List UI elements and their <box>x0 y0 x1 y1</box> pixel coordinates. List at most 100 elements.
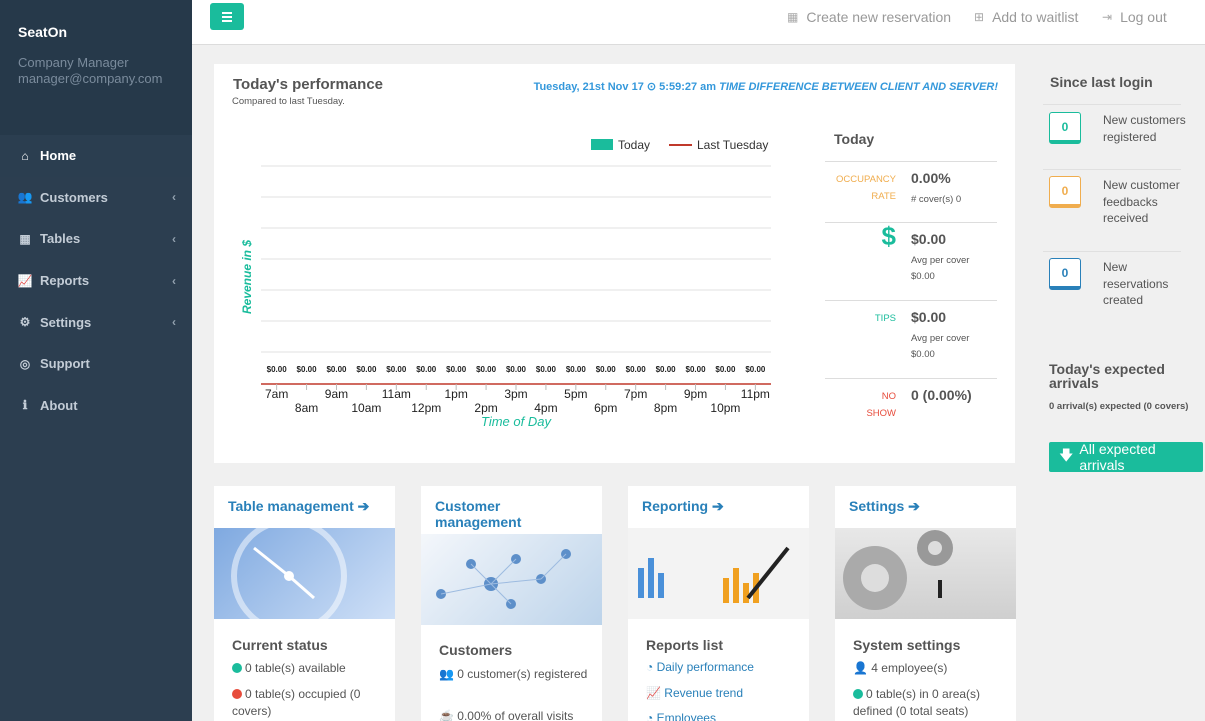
daily-performance-link[interactable]: ◔ Daily performance <box>646 660 754 674</box>
data-label: $0.00 <box>506 365 527 374</box>
tables-defined: 0 table(s) in 0 area(s) defined (0 total… <box>853 686 1003 720</box>
red-dot-icon <box>232 689 242 699</box>
tables-available: 0 table(s) available <box>232 660 382 677</box>
hamburger-icon-bar <box>222 19 232 22</box>
revenue-trend-link[interactable]: 📈 Revenue trend <box>646 686 743 700</box>
arrow-circle-right-icon: ➔ <box>712 498 724 514</box>
x-tick-label: 11pm <box>741 387 770 401</box>
today-summary: Today OCCUPANCY RATE 0.00% # cover(s) 0 $… <box>825 125 997 429</box>
sidebar-item-label: Tables <box>40 231 81 247</box>
x-tick-label: 6pm <box>594 401 617 415</box>
users-icon: 👥 <box>17 190 33 205</box>
chevron-left-icon: ‹ <box>172 315 176 330</box>
revenue-row: $ $0.00 Avg per cover $0.00 <box>825 223 997 301</box>
x-tick-label: 9am <box>325 387 348 401</box>
create-reservation-label: Create new reservation <box>806 9 952 25</box>
x-tick-label: 4pm <box>534 401 557 415</box>
visits-share-text: 0.00% of overall visits <box>457 709 574 721</box>
data-label: $0.00 <box>715 365 736 374</box>
x-tick-label: 10pm <box>710 401 740 415</box>
noshow-value: 0 (0.00%) <box>911 387 972 403</box>
all-expected-arrivals-label: All expected arrivals <box>1079 441 1156 473</box>
sidebar: SeatOn Company Manager manager@company.c… <box>0 0 192 721</box>
chevron-left-icon: ‹ <box>172 273 176 288</box>
sidebar-item-label: Customers <box>40 189 108 205</box>
dashboard-icon: ◔ <box>646 660 654 674</box>
chevron-left-icon: ‹ <box>172 190 176 205</box>
x-tick-label: 1pm <box>444 387 467 401</box>
arrow-circle-right-icon: ➔ <box>357 498 370 514</box>
noshow-row: NO SHOW 0 (0.00%) <box>825 379 997 429</box>
daily-performance-text: Daily performance <box>656 660 754 674</box>
divider <box>1043 251 1181 252</box>
new-customers-label: New customers registered <box>1103 113 1186 144</box>
occupancy-label: OCCUPANCY RATE <box>836 174 896 202</box>
settings-link[interactable]: Settings ➔ <box>835 486 1016 515</box>
logout-link[interactable]: ⇥ Log out <box>1102 9 1167 25</box>
data-label: $0.00 <box>356 365 377 374</box>
sidebar-item-label: About <box>40 397 78 413</box>
settings-title: Settings <box>849 498 905 514</box>
sidebar-item-reports[interactable]: 📈 Reports ‹ <box>0 260 192 302</box>
table-management-card: Table management ➔ Current status 0 tabl… <box>214 486 395 721</box>
x-axis-label: Time of Day <box>481 414 552 429</box>
data-label: $0.00 <box>536 365 557 374</box>
menu-toggle-button[interactable] <box>210 3 244 30</box>
sidebar-item-home[interactable]: ⌂ Home <box>0 135 192 177</box>
sidebar-item-customers[interactable]: 👥 Customers ‹ <box>0 177 192 219</box>
sidebar-item-about[interactable]: ℹ About <box>0 385 192 427</box>
dashboard-icon: ◔ <box>646 711 654 721</box>
tables-defined-text: 0 table(s) in 0 area(s) defined (0 total… <box>853 687 981 718</box>
revenue-trend-text: Revenue trend <box>664 686 744 700</box>
tips-value: $0.00 <box>911 309 947 325</box>
new-reservations-count[interactable]: 0 <box>1049 258 1081 290</box>
x-tick-label: 12pm <box>411 401 441 415</box>
network-image <box>421 534 602 625</box>
create-reservation-link[interactable]: ▦ Create new reservation <box>787 9 951 25</box>
home-icon: ⌂ <box>21 148 29 163</box>
reports-list-heading: Reports list <box>646 637 724 653</box>
x-tick-label: 8pm <box>654 401 677 415</box>
reporting-title: Reporting <box>642 498 709 514</box>
new-feedbacks-count[interactable]: 0 <box>1049 176 1081 208</box>
noshow-label: NO SHOW <box>866 391 896 419</box>
line-chart-icon: 📈 <box>646 686 661 700</box>
user-email: manager@company.com <box>18 71 163 86</box>
data-label: $0.00 <box>745 365 766 374</box>
right-panel: Since last login 0 New customers registe… <box>1035 64 1205 307</box>
divider <box>1043 104 1181 105</box>
sidebar-item-tables[interactable]: ▦ Tables ‹ <box>0 218 192 260</box>
table-icon: ▦ <box>19 231 31 246</box>
employees-link[interactable]: ◔ Employees <box>646 711 716 721</box>
occupancy-value: 0.00% <box>911 170 951 186</box>
customer-management-card: Customer management➔ Customers 👥 0 custo… <box>421 486 602 721</box>
add-waitlist-link[interactable]: ⊞ Add to waitlist <box>974 9 1078 25</box>
legend-swatch-today <box>591 139 613 150</box>
table-management-link[interactable]: Table management ➔ <box>214 486 395 515</box>
arrow-circle-right-icon: ➔ <box>908 498 920 514</box>
new-customers-count[interactable]: 0 <box>1049 112 1081 144</box>
occupancy-row: OCCUPANCY RATE 0.00% # cover(s) 0 <box>825 162 997 223</box>
sidebar-menu: ⌂ Home 👥 Customers ‹ ▦ Tables ‹ 📈 Reports ‹ ⚙ Se… <box>0 135 192 426</box>
expected-arrivals-title: Today's expected arrivals <box>1049 361 1165 391</box>
sidebar-item-settings[interactable]: ⚙ Settings ‹ <box>0 301 192 343</box>
data-label: $0.00 <box>297 365 318 374</box>
x-tick-label: 7pm <box>624 387 647 401</box>
tables-occupied: 0 table(s) occupied (0 covers) <box>232 686 382 720</box>
revenue-avg-per-cover: Avg per cover $0.00 <box>911 255 970 282</box>
x-tick-label: 10am <box>351 401 381 415</box>
coffee-icon: ☕ <box>439 709 454 721</box>
arrow-down-icon: 🡇 <box>1059 447 1074 463</box>
settings-card: Settings ➔ System settings 👤 4 employee(… <box>835 486 1016 721</box>
reporting-link[interactable]: Reporting ➔ <box>628 486 809 515</box>
covers-count: # cover(s) 0 <box>911 194 962 205</box>
all-expected-arrivals-button[interactable]: 🡇 All expected arrivals <box>1049 441 1203 473</box>
legend-label-today: Today <box>618 138 650 152</box>
revenue-value: $0.00 <box>911 231 947 247</box>
sidebar-item-support[interactable]: ◎ Support <box>0 343 192 385</box>
data-label: $0.00 <box>386 365 407 374</box>
employees-count: 👤 4 employee(s) <box>853 660 1003 677</box>
legend-label-last-tuesday: Last Tuesday <box>697 138 768 152</box>
app-name[interactable]: SeatOn <box>18 24 174 40</box>
user-role: Company Manager <box>18 55 129 70</box>
